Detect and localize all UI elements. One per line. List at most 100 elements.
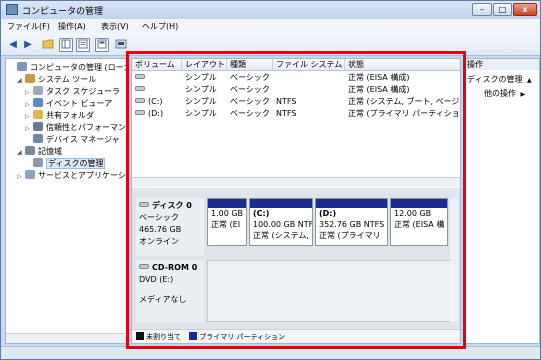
cdrom-0-label[interactable]: CD-ROM 0 DVD (E:) メディアなし bbox=[136, 260, 204, 322]
disk-settings-icon[interactable] bbox=[114, 38, 128, 52]
menu-action[interactable]: 操作(A) bbox=[58, 21, 86, 32]
partition-c[interactable]: (C:) 100.00 GB NTFS 正常 (システム, bbox=[249, 198, 313, 246]
tree-item-label: システム ツール bbox=[38, 75, 97, 84]
close-button[interactable]: x bbox=[513, 3, 537, 16]
tree-item-label: イベント ビューア bbox=[46, 99, 113, 108]
volume-cell-text: ベーシック bbox=[230, 97, 270, 106]
volume-cell-text: (C:) bbox=[148, 97, 163, 106]
volume-row[interactable]: シンプル ベーシック 正常 (EISA 構成) bbox=[132, 84, 460, 96]
volume-cell: NTFS bbox=[273, 108, 345, 120]
disk-0-name: ディスク 0 bbox=[152, 201, 192, 210]
volume-cell: 正常 (プライマリ パーティショ bbox=[345, 108, 460, 120]
disk-management-pane: ボリューム レイアウト 種類 ファイル システム 状態 シンプル ベーシック 正常 … bbox=[131, 58, 461, 344]
volume-cell: 正常 (EISA 構成) bbox=[345, 72, 460, 84]
volume-cell-text: シンプル bbox=[185, 109, 217, 118]
menu-view[interactable]: 表示(V) bbox=[101, 21, 129, 32]
tree-item-label: 記憶域 bbox=[38, 147, 62, 156]
disk-map: ディスク 0 ベーシック 465.76 GB オンライン 1.00 GB 正常 … bbox=[132, 194, 460, 329]
partition-size: 1.00 GB bbox=[211, 209, 244, 218]
partition-color-bar bbox=[391, 199, 447, 208]
menu-help[interactable]: ヘルプ(H) bbox=[142, 21, 178, 32]
volume-cell: ベーシック bbox=[227, 84, 273, 96]
volume-cell-text: シンプル bbox=[185, 85, 217, 94]
volume-cell bbox=[132, 72, 182, 84]
expand-arrow-icon[interactable]: ▷ bbox=[17, 171, 25, 183]
tree-item[interactable]: ◢ システム ツール bbox=[17, 74, 96, 86]
cdrom-icon bbox=[139, 264, 149, 269]
tree-item-label: コンピュータの管理 (ローカル) bbox=[30, 63, 128, 72]
partition-color-bar bbox=[316, 199, 387, 208]
volume-drive-icon bbox=[135, 86, 145, 91]
tree-item[interactable]: ディスクの管理 bbox=[25, 158, 106, 170]
volume-cell: シンプル bbox=[182, 72, 227, 84]
maximize-button[interactable]: □ bbox=[493, 3, 512, 16]
expand-arrow-icon[interactable]: ◢ bbox=[17, 75, 25, 87]
partition-status: 正常 (プライマリ bbox=[319, 231, 381, 240]
partition-3[interactable]: 12.00 GB 正常 (EISA 構 bbox=[390, 198, 448, 246]
forward-arrow-icon[interactable]: ▶ bbox=[21, 38, 35, 52]
tree-horizontal-scrollbar[interactable] bbox=[6, 333, 128, 343]
tree-item[interactable]: ▷ イベント ビューア bbox=[25, 98, 112, 110]
minimize-button[interactable]: – bbox=[472, 3, 492, 16]
up-folder-icon[interactable] bbox=[41, 38, 55, 52]
collapse-arrow-icon: ▲ bbox=[527, 77, 532, 84]
tree-item[interactable]: ◢ 記憶域 bbox=[17, 146, 62, 158]
tree-item[interactable]: デバイス マネージャ bbox=[25, 134, 120, 146]
partition-status: 正常 (システム, bbox=[253, 231, 309, 240]
volume-list-header: ボリューム レイアウト 種類 ファイル システム 状態 bbox=[132, 59, 460, 71]
toolbar: ◀ ▶ bbox=[1, 34, 540, 56]
volume-drive-icon bbox=[135, 74, 145, 79]
disk-0-type: ベーシック bbox=[139, 213, 179, 222]
submenu-arrow-icon: ▶ bbox=[520, 91, 526, 98]
legend: 未割り当て プライマリ パーティション bbox=[132, 329, 460, 343]
volume-cell-text: ベーシック bbox=[230, 109, 270, 118]
tree-node-icon bbox=[33, 98, 43, 107]
disk-0-label[interactable]: ディスク 0 ベーシック 465.76 GB オンライン bbox=[136, 198, 204, 256]
partition-size: 352.76 GB NTFS bbox=[319, 220, 385, 229]
volume-cell-text: ベーシック bbox=[230, 73, 270, 82]
tree-node-icon bbox=[33, 86, 43, 95]
title-bar[interactable]: コンピュータの管理 – □ x bbox=[1, 1, 540, 19]
help-icon[interactable] bbox=[95, 38, 109, 52]
volume-row[interactable]: (D:) シンプル ベーシック NTFS 正常 (プライマリ パーティショ bbox=[132, 108, 460, 120]
column-layout[interactable]: レイアウト bbox=[182, 59, 227, 71]
tree-item-label: デバイス マネージャ bbox=[46, 135, 120, 144]
volume-row[interactable]: (C:) シンプル ベーシック NTFS 正常 (システム, ブート, ページ bbox=[132, 96, 460, 108]
disk-map-scrollbar[interactable] bbox=[450, 198, 458, 322]
cdrom-0-name: CD-ROM 0 bbox=[152, 263, 198, 272]
action-other-operations[interactable]: 他の操作 ▶ bbox=[484, 88, 525, 100]
column-type[interactable]: 種類 bbox=[227, 59, 273, 71]
cdrom-0-media-area bbox=[207, 260, 452, 322]
tree-item[interactable]: ▷ サービスとアプリケーション bbox=[17, 170, 128, 183]
column-volume[interactable]: ボリューム bbox=[132, 59, 182, 71]
volume-cell-text: 正常 (EISA 構成) bbox=[348, 85, 410, 94]
volume-cell: (C:) bbox=[132, 96, 182, 108]
expand-arrow-icon[interactable]: ◢ bbox=[17, 147, 25, 159]
tree-item[interactable]: コンピュータの管理 (ローカル) bbox=[9, 62, 128, 74]
volume-cell: ベーシック bbox=[227, 108, 273, 120]
column-file-system[interactable]: ファイル システム bbox=[273, 59, 345, 71]
properties-icon[interactable] bbox=[76, 38, 90, 52]
partition-title: (C:) bbox=[253, 209, 270, 218]
partition-d[interactable]: (D:) 352.76 GB NTFS 正常 (プライマリ bbox=[315, 198, 388, 246]
tree-node-icon bbox=[25, 170, 35, 179]
action-disk-management[interactable]: ディスクの管理 ▲ bbox=[467, 74, 532, 86]
menu-file[interactable]: ファイル(F) bbox=[7, 21, 50, 32]
tree-item-label: サービスとアプリケーション bbox=[38, 171, 128, 180]
tree-item[interactable]: ▷ 信頼性とパフォーマンス bbox=[25, 122, 128, 134]
partition-0[interactable]: 1.00 GB 正常 (EI bbox=[207, 198, 247, 246]
column-status[interactable]: 状態 bbox=[345, 59, 460, 71]
volume-cell: NTFS bbox=[273, 96, 345, 108]
tree-item-label: タスク スケジューラ bbox=[46, 87, 120, 96]
back-arrow-icon[interactable]: ◀ bbox=[6, 38, 20, 52]
hard-disk-icon bbox=[139, 202, 149, 207]
partition-color-bar bbox=[208, 199, 246, 208]
tree-node-icon bbox=[33, 134, 43, 143]
volume-cell-text: シンプル bbox=[185, 97, 217, 106]
volume-cell bbox=[132, 84, 182, 96]
tree-item[interactable]: ▷ 共有フォルダ bbox=[25, 110, 94, 122]
show-hide-tree-icon[interactable] bbox=[59, 38, 73, 52]
volume-list-scrollbar[interactable] bbox=[132, 177, 460, 187]
volume-row[interactable]: シンプル ベーシック 正常 (EISA 構成) bbox=[132, 72, 460, 84]
tree-item[interactable]: ▷ タスク スケジューラ bbox=[25, 86, 120, 98]
